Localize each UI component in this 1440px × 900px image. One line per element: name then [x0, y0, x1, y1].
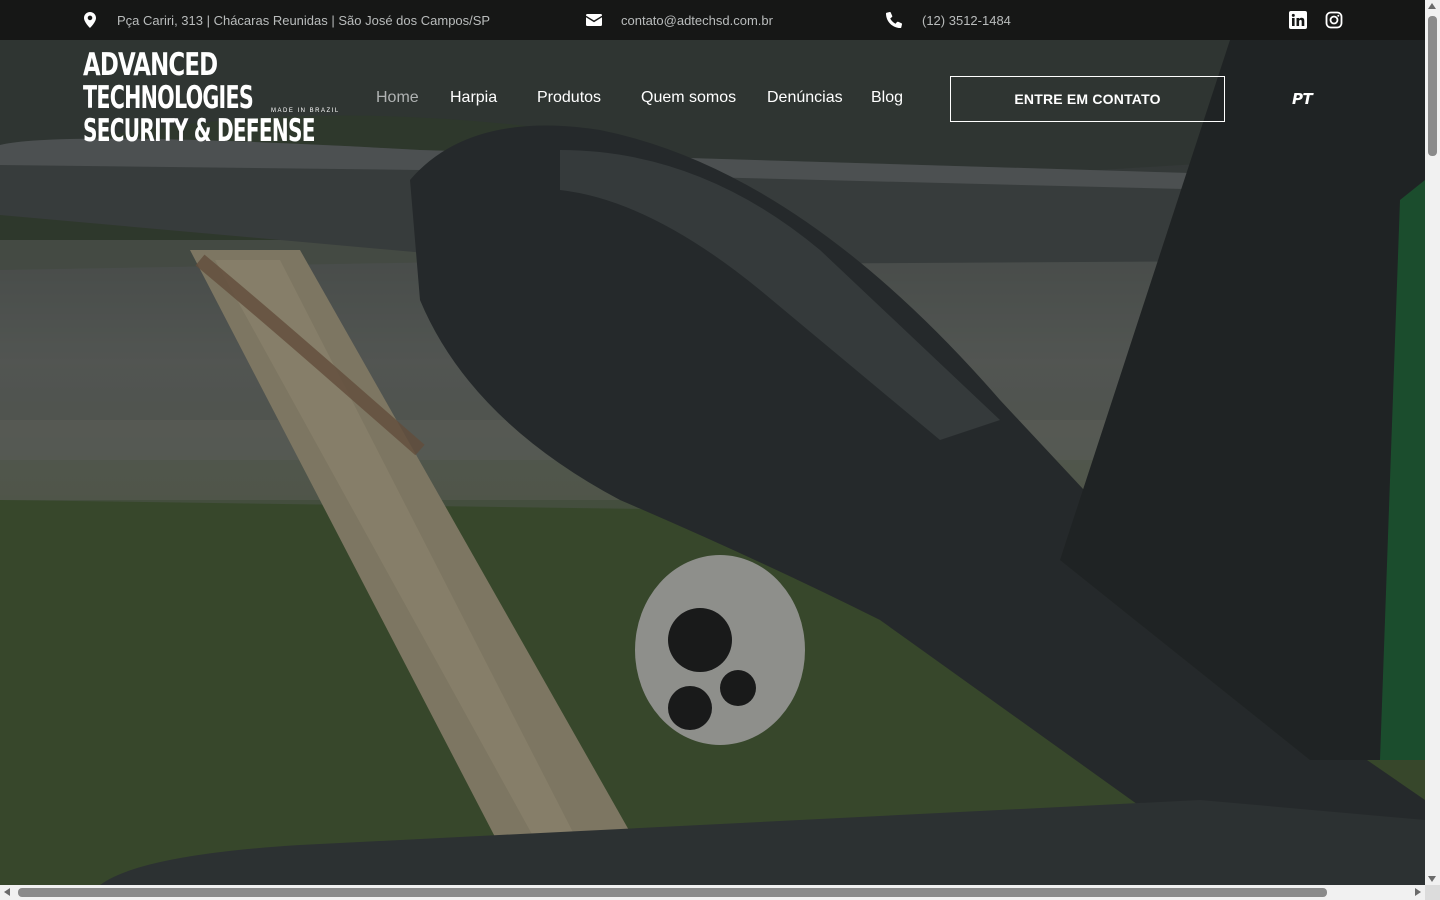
- phone-link[interactable]: (12) 3512-1484: [886, 0, 1011, 40]
- address-text: Pça Cariri, 313 | Chácaras Reunidas | Sã…: [117, 12, 491, 28]
- logo-line-security-defense: SECURITY & DEFENSE: [83, 113, 315, 149]
- vertical-scroll-thumb[interactable]: [1428, 16, 1437, 156]
- contact-cta-button[interactable]: ENTRE EM CONTATO: [950, 76, 1225, 122]
- phone-icon: [886, 12, 902, 28]
- scrollbar-corner: [1425, 885, 1440, 900]
- scroll-up-arrow-icon[interactable]: [1428, 3, 1436, 9]
- top-contact-bar: Pça Cariri, 313 | Chácaras Reunidas | Sã…: [0, 0, 1425, 40]
- horizontal-scroll-thumb[interactable]: [18, 888, 1327, 897]
- logo-line-technologies: TECHNOLOGIES: [83, 80, 254, 116]
- nav-item-denuncias[interactable]: Denúncias: [767, 89, 843, 107]
- email-link[interactable]: contato@adtechsd.com.br: [586, 0, 773, 40]
- email-text: contato@adtechsd.com.br: [621, 12, 773, 28]
- scroll-left-arrow-icon[interactable]: [4, 888, 10, 896]
- logo-line-advanced: ADVANCED: [83, 47, 218, 83]
- scroll-right-arrow-icon[interactable]: [1415, 888, 1421, 896]
- nav-item-blog[interactable]: Blog: [871, 89, 903, 107]
- nav-item-produtos[interactable]: Produtos: [537, 89, 601, 107]
- instagram-icon[interactable]: [1325, 11, 1343, 29]
- phone-text: (12) 3512-1484: [922, 12, 1011, 28]
- linkedin-icon[interactable]: [1289, 11, 1307, 29]
- nav-item-harpia[interactable]: Harpia: [450, 89, 497, 107]
- scroll-down-arrow-icon[interactable]: [1428, 876, 1436, 882]
- nav-item-home[interactable]: Home: [376, 89, 419, 107]
- address-item: Pça Cariri, 313 | Chácaras Reunidas | Sã…: [84, 0, 490, 40]
- logo-tagline: MADE IN BRAZIL: [271, 108, 340, 114]
- envelope-icon: [586, 14, 602, 26]
- company-logo[interactable]: ADVANCED TECHNOLOGIES SECURITY & DEFENSE…: [83, 50, 343, 150]
- vertical-scrollbar[interactable]: [1425, 0, 1440, 885]
- map-pin-icon: [84, 12, 96, 28]
- horizontal-scrollbar[interactable]: [0, 885, 1425, 900]
- nav-item-quem-somos[interactable]: Quem somos: [641, 89, 736, 107]
- hero-banner: [0, 40, 1425, 885]
- hero-dark-overlay: [0, 40, 1425, 885]
- language-switcher[interactable]: PT: [1292, 90, 1313, 108]
